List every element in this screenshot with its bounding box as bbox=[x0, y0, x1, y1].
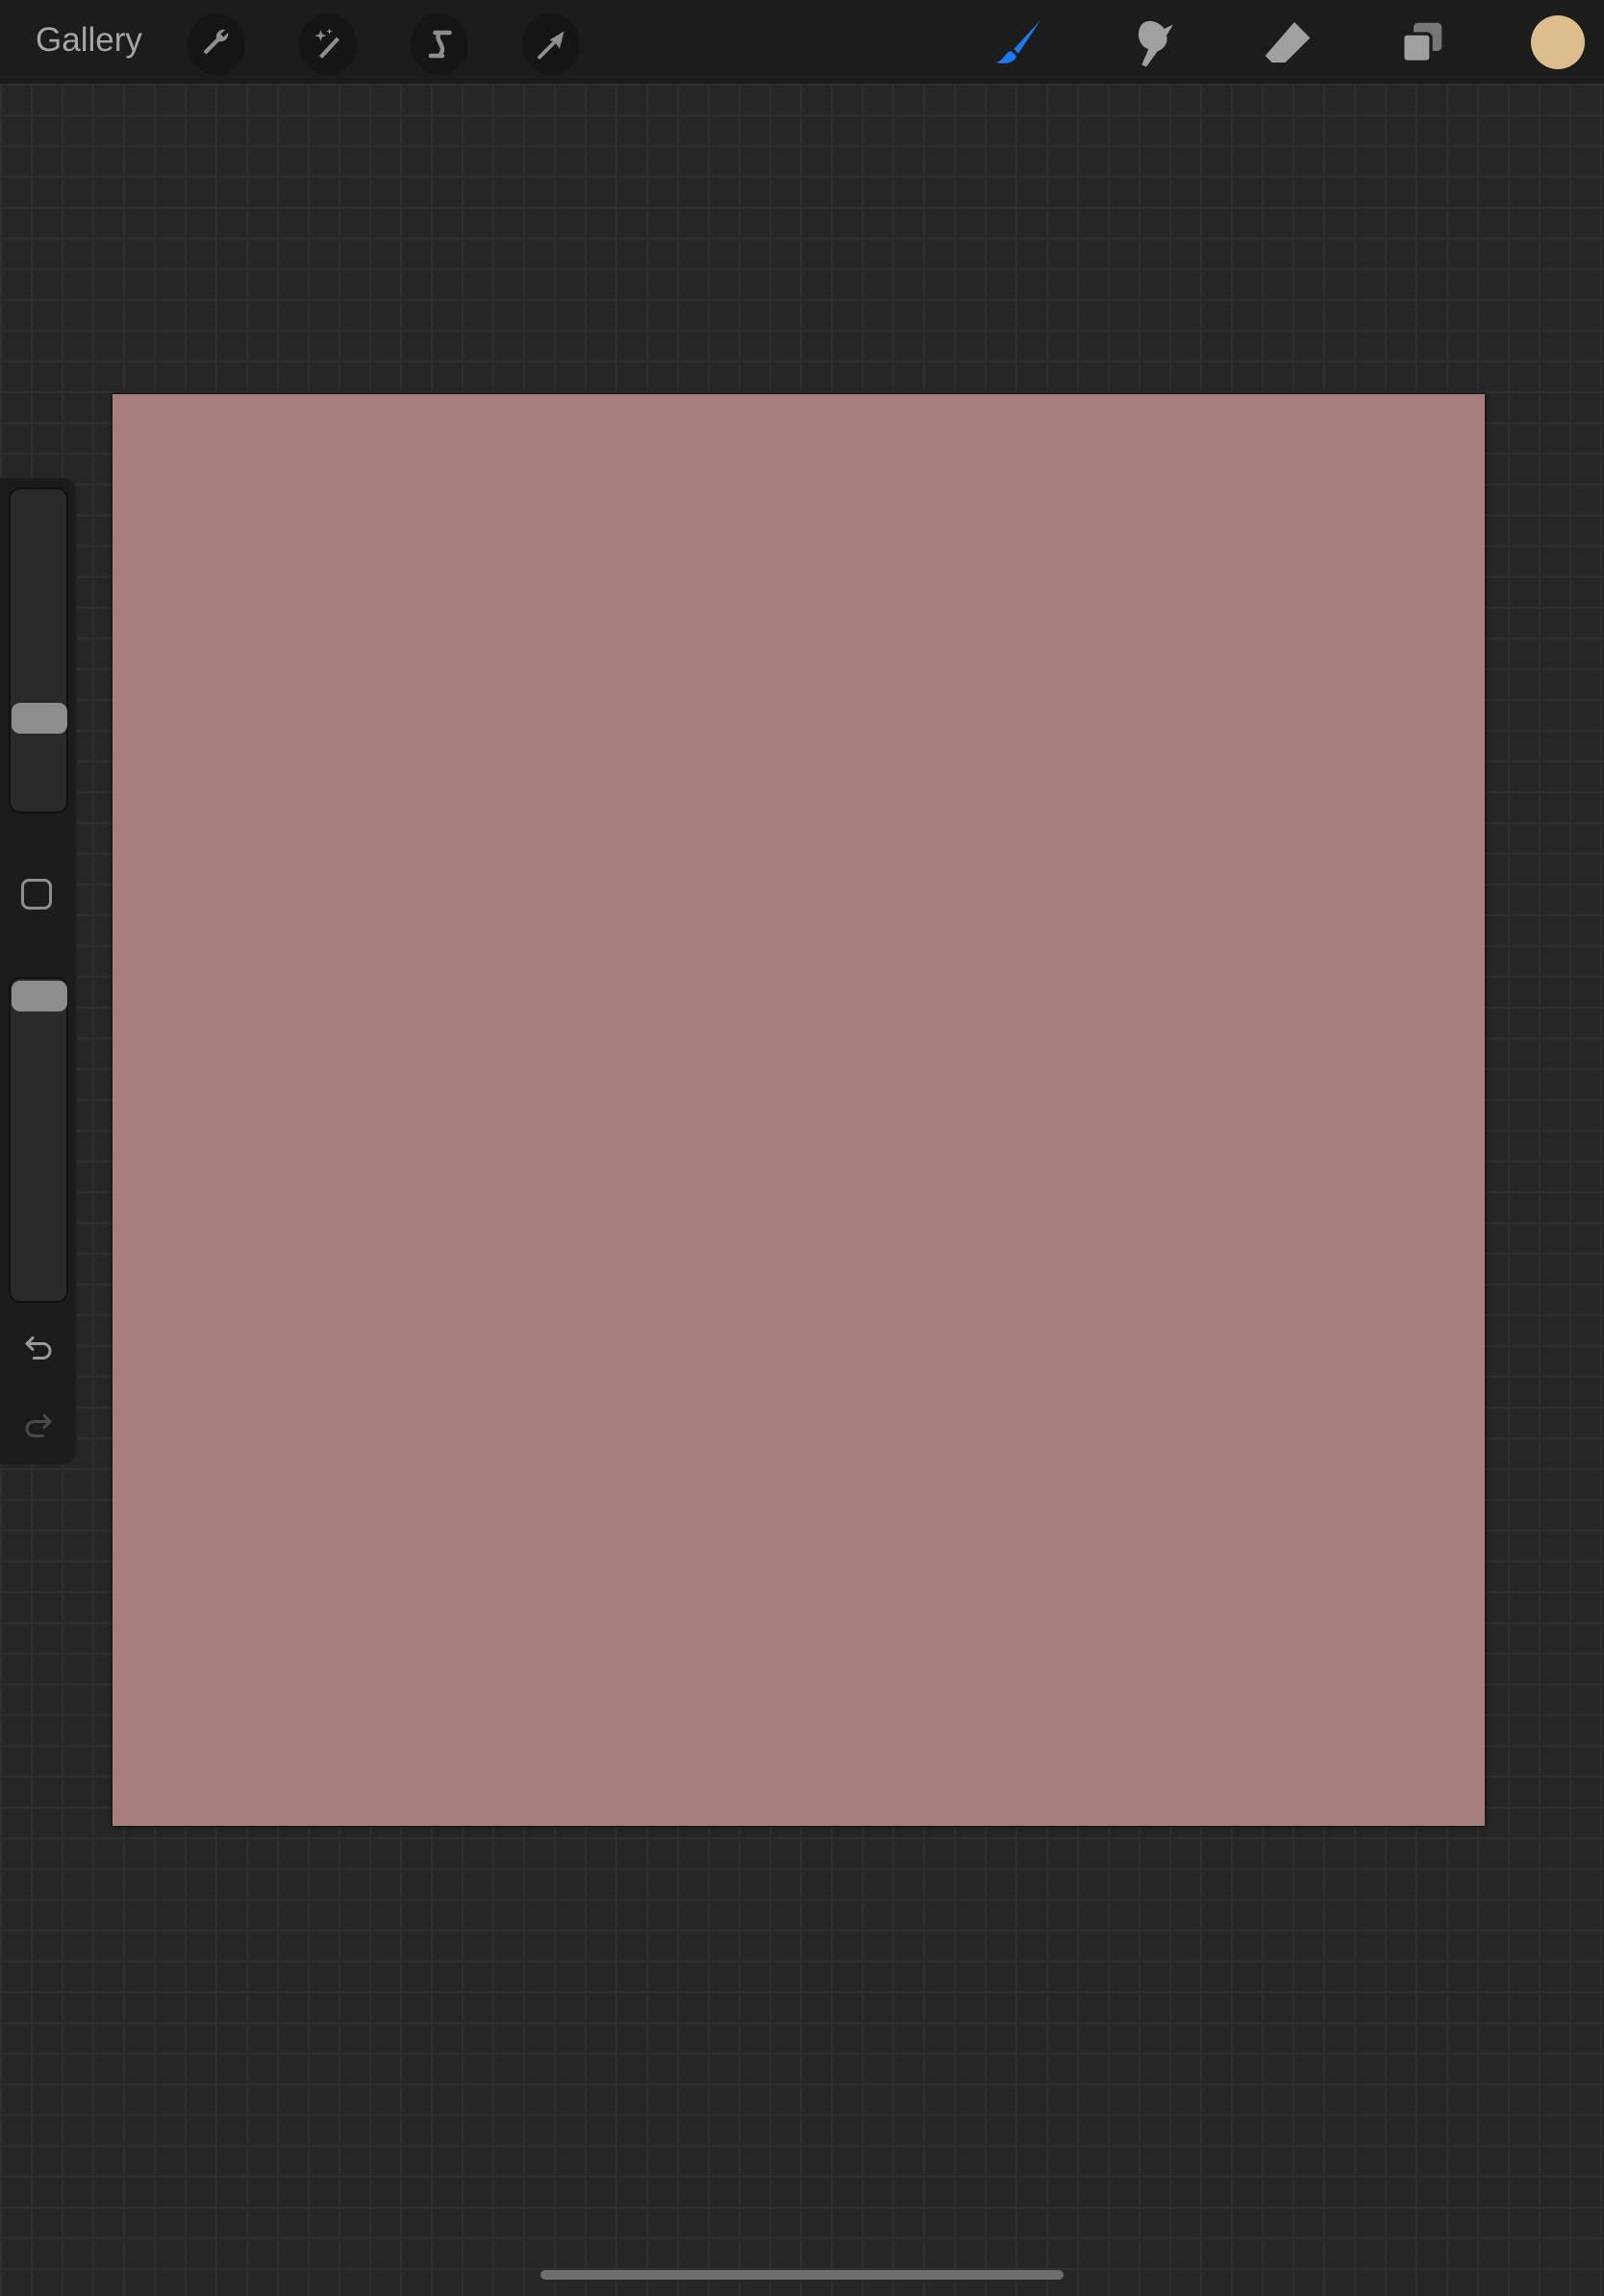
wrench-icon bbox=[203, 29, 229, 55]
undo-icon[interactable] bbox=[19, 1331, 58, 1365]
layers-icon bbox=[1401, 22, 1442, 63]
brush-icon bbox=[995, 19, 1041, 63]
magic-wand-icon bbox=[314, 28, 339, 59]
eraser-icon bbox=[1265, 22, 1311, 62]
selection-button[interactable] bbox=[411, 13, 468, 75]
brush-button[interactable] bbox=[990, 15, 1047, 69]
adjustments-button[interactable] bbox=[299, 13, 357, 75]
sidebar bbox=[0, 478, 76, 1464]
opacity-thumb[interactable] bbox=[12, 981, 67, 1011]
color-picker-button[interactable] bbox=[1531, 15, 1585, 69]
smudge-button[interactable] bbox=[1124, 15, 1182, 69]
brush-size-slider[interactable] bbox=[9, 487, 68, 813]
eraser-button[interactable] bbox=[1259, 15, 1316, 69]
selection-icon bbox=[428, 30, 452, 59]
redo-icon[interactable] bbox=[19, 1409, 58, 1443]
gallery-button[interactable]: Gallery bbox=[36, 21, 142, 60]
opacity-slider[interactable] bbox=[9, 977, 68, 1303]
brush-size-thumb[interactable] bbox=[12, 702, 67, 734]
eyedropper-modify-button[interactable] bbox=[21, 879, 52, 910]
actions-wrench-button[interactable] bbox=[188, 13, 245, 75]
smudge-icon bbox=[1138, 20, 1173, 67]
layers-button[interactable] bbox=[1393, 15, 1451, 69]
home-indicator[interactable] bbox=[540, 2270, 1064, 2280]
top-toolbar: Gallery bbox=[0, 0, 1604, 84]
transform-arrow-icon bbox=[538, 31, 564, 60]
transform-button[interactable] bbox=[522, 13, 580, 75]
drawing-canvas[interactable] bbox=[113, 394, 1485, 1826]
